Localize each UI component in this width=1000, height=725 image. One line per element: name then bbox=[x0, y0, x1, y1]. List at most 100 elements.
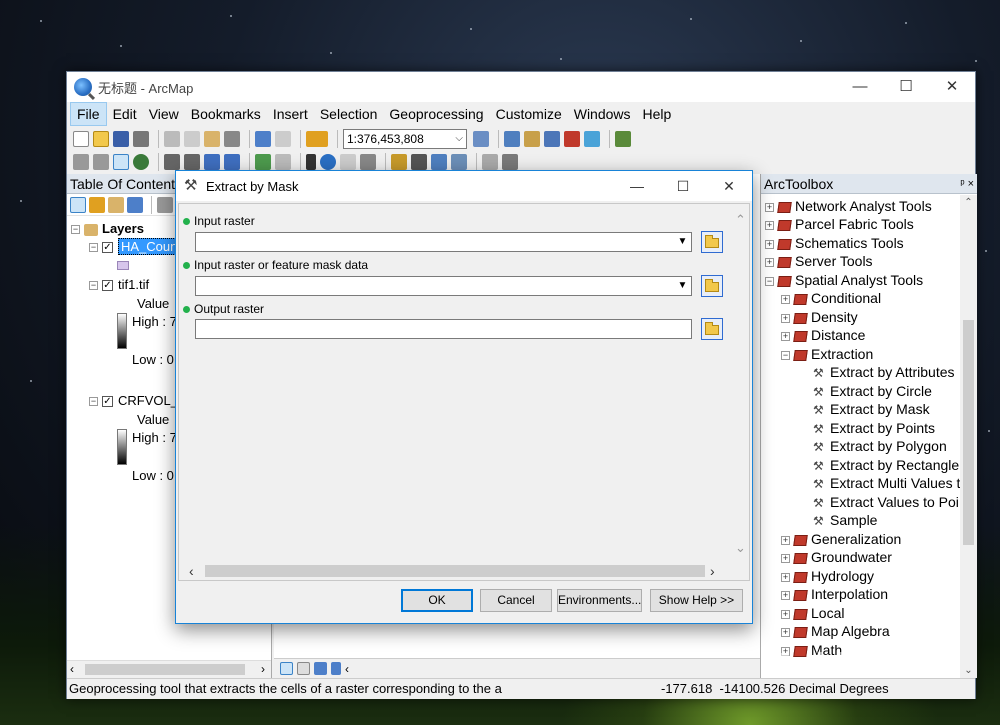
layer-tif1[interactable]: − ✓ tif1.tif bbox=[89, 276, 149, 294]
output-raster-input[interactable] bbox=[195, 319, 692, 339]
layer-visibility-checkbox[interactable]: ✓ bbox=[102, 280, 113, 292]
html-popup-icon[interactable] bbox=[360, 154, 376, 170]
dropdown-arrow-icon[interactable]: ▼ bbox=[674, 233, 691, 251]
layer-name[interactable]: HA_Coun bbox=[118, 238, 181, 255]
list-by-source-icon[interactable] bbox=[89, 196, 105, 213]
hyperlink-icon[interactable] bbox=[340, 154, 356, 170]
collapse-icon[interactable]: − bbox=[71, 225, 80, 235]
dialog-minimize-button[interactable]: — bbox=[614, 171, 660, 201]
copy-icon[interactable] bbox=[184, 131, 200, 147]
polygon-symbol[interactable] bbox=[117, 261, 129, 270]
scroll-left-icon[interactable]: ‹ bbox=[189, 562, 194, 580]
layer-visibility-checkbox[interactable]: ✓ bbox=[102, 396, 113, 408]
zoom-in-icon[interactable] bbox=[73, 154, 89, 170]
scroll-thumb[interactable] bbox=[205, 565, 705, 577]
measure-icon[interactable] bbox=[391, 154, 407, 170]
time-slider-icon[interactable] bbox=[451, 154, 467, 170]
scroll-left-icon[interactable]: ‹ bbox=[70, 661, 74, 678]
menu-selection[interactable]: Selection bbox=[314, 103, 384, 125]
show-help-button[interactable]: Show Help >> bbox=[650, 589, 743, 612]
fixed-zoom-out-icon[interactable] bbox=[184, 154, 200, 170]
layer-ha-county[interactable]: − ✓ HA_Coun bbox=[89, 238, 181, 256]
toolset-map-algebra[interactable]: + Map Algebra bbox=[781, 622, 890, 640]
layer-crfvol[interactable]: − ✓ CRFVOL_ bbox=[89, 392, 178, 410]
toolset-interpolation[interactable]: + Interpolation bbox=[781, 585, 888, 603]
tool-extract-values-to-points[interactable]: ⚒ Extract Values to Poi bbox=[813, 493, 959, 511]
identify-icon[interactable] bbox=[320, 154, 336, 170]
open-icon[interactable] bbox=[93, 131, 109, 147]
scroll-down-icon[interactable]: ⌄ bbox=[732, 540, 749, 556]
collapse-icon[interactable]: − bbox=[89, 281, 98, 291]
tool-extract-by-rectangle[interactable]: ⚒ Extract by Rectangle bbox=[813, 456, 959, 474]
minimize-button[interactable]: — bbox=[837, 72, 883, 102]
add-data-icon[interactable] bbox=[306, 131, 328, 147]
dropdown-arrow-icon[interactable]: ▼ bbox=[674, 277, 691, 295]
menu-view[interactable]: View bbox=[143, 103, 185, 125]
map-scale-combo[interactable]: 1:376,453,808 ⌵ bbox=[343, 129, 467, 149]
create-viewer-icon[interactable] bbox=[482, 154, 498, 170]
menu-edit[interactable]: Edit bbox=[107, 103, 143, 125]
tool-extract-by-polygon[interactable]: ⚒ Extract by Polygon bbox=[813, 437, 947, 455]
save-icon[interactable] bbox=[113, 131, 129, 147]
toolbar-options-icon[interactable] bbox=[502, 154, 518, 170]
toolset-density[interactable]: + Density bbox=[781, 308, 858, 326]
arctoolbox-icon[interactable] bbox=[564, 131, 580, 147]
model-builder-icon[interactable] bbox=[615, 131, 631, 147]
tool-extract-by-attributes[interactable]: ⚒ Extract by Attributes bbox=[813, 363, 955, 381]
go-to-xy-icon[interactable] bbox=[431, 154, 447, 170]
maximize-button[interactable]: ☐ bbox=[883, 72, 929, 102]
scroll-down-icon[interactable]: ⌄ bbox=[960, 665, 977, 676]
toc-options-icon[interactable] bbox=[157, 196, 173, 213]
cancel-button[interactable]: Cancel bbox=[480, 589, 552, 612]
scroll-up-icon[interactable]: ⌃ bbox=[960, 197, 977, 208]
toolset-groundwater[interactable]: + Groundwater bbox=[781, 548, 892, 566]
undo-icon[interactable] bbox=[255, 131, 271, 147]
color-ramp[interactable] bbox=[117, 429, 127, 465]
environments-button[interactable]: Environments... bbox=[557, 589, 642, 612]
input-raster-browse-button[interactable] bbox=[701, 231, 723, 253]
dialog-maximize-button[interactable]: ☐ bbox=[660, 171, 706, 201]
output-raster-browse-button[interactable] bbox=[701, 318, 723, 340]
layer-visibility-checkbox[interactable]: ✓ bbox=[102, 242, 113, 254]
new-document-icon[interactable] bbox=[73, 131, 89, 147]
forward-extent-icon[interactable] bbox=[224, 154, 240, 170]
pause-drawing-icon[interactable] bbox=[331, 662, 341, 675]
python-icon[interactable] bbox=[584, 131, 600, 147]
toolset-schematics[interactable]: + Schematics Tools bbox=[765, 234, 904, 252]
paste-icon[interactable] bbox=[204, 131, 220, 147]
clear-selection-icon[interactable] bbox=[275, 154, 291, 170]
table-icon[interactable] bbox=[504, 131, 520, 147]
scroll-right-icon[interactable]: › bbox=[710, 562, 715, 580]
refresh-icon[interactable] bbox=[314, 662, 327, 675]
toolset-network-analyst[interactable]: + Network Analyst Tools bbox=[765, 197, 932, 215]
toolset-generalization[interactable]: + Generalization bbox=[781, 530, 901, 548]
tool-extract-by-mask[interactable]: ⚒ Extract by Mask bbox=[813, 400, 930, 418]
list-by-selection-icon[interactable] bbox=[127, 196, 143, 213]
data-view-icon[interactable] bbox=[280, 662, 293, 675]
toolset-parcel-fabric[interactable]: + Parcel Fabric Tools bbox=[765, 215, 914, 233]
scroll-thumb[interactable] bbox=[85, 664, 245, 675]
fixed-zoom-in-icon[interactable] bbox=[164, 154, 180, 170]
scroll-up-icon[interactable]: ⌃ bbox=[732, 212, 749, 228]
close-button[interactable]: ✕ bbox=[929, 72, 975, 102]
toolset-distance[interactable]: + Distance bbox=[781, 326, 865, 344]
list-by-drawing-order-icon[interactable] bbox=[70, 196, 86, 213]
delete-icon[interactable] bbox=[224, 131, 240, 147]
tool-extract-by-points[interactable]: ⚒ Extract by Points bbox=[813, 419, 935, 437]
search-window-icon[interactable] bbox=[544, 131, 560, 147]
menu-windows[interactable]: Windows bbox=[568, 103, 637, 125]
tool-extract-by-circle[interactable]: ⚒ Extract by Circle bbox=[813, 382, 932, 400]
collapse-icon[interactable]: − bbox=[89, 243, 98, 253]
toolset-extraction[interactable]: − Extraction bbox=[781, 345, 873, 363]
color-ramp[interactable] bbox=[117, 313, 127, 349]
select-features-icon[interactable] bbox=[255, 154, 271, 170]
dialog-horizontal-scrollbar[interactable]: ‹ › bbox=[179, 562, 734, 580]
menu-help[interactable]: Help bbox=[637, 103, 678, 125]
dialog-close-button[interactable]: ✕ bbox=[706, 171, 752, 201]
list-by-visibility-icon[interactable] bbox=[108, 196, 124, 213]
arctoolbox-vertical-scrollbar[interactable]: ⌃ ⌄ bbox=[960, 195, 977, 678]
pan-icon[interactable] bbox=[113, 154, 129, 170]
print-icon[interactable] bbox=[133, 131, 149, 147]
toolset-server[interactable]: + Server Tools bbox=[765, 252, 873, 270]
pin-close-icon[interactable]: ᵖ × bbox=[960, 174, 974, 194]
